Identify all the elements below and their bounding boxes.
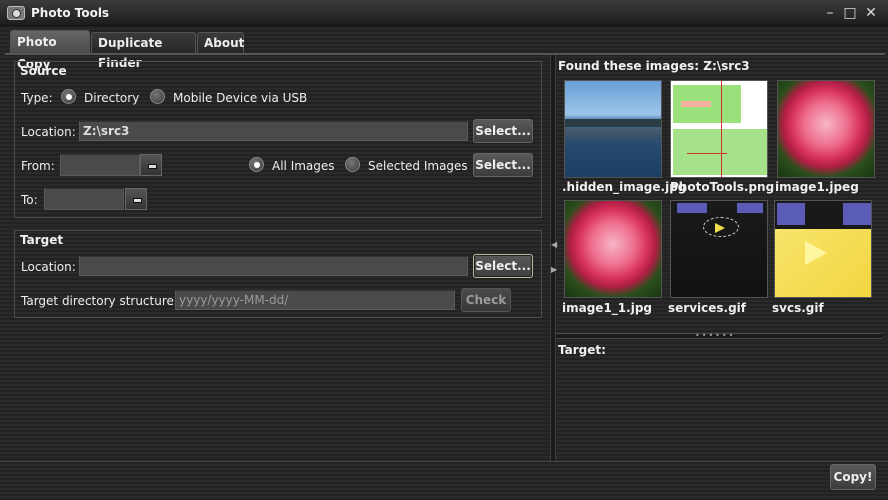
source-location-label: Location: — [21, 125, 76, 139]
structure-field[interactable]: yyyy/yyyy-MM-dd/ — [175, 290, 455, 310]
all-images-radio-label: All Images — [272, 159, 335, 173]
usb-device-radio[interactable] — [150, 89, 165, 104]
target-panel-label: Target: — [558, 343, 606, 357]
target-location-field[interactable] — [79, 256, 468, 276]
check-button[interactable]: Check — [461, 288, 511, 312]
directory-radio[interactable] — [61, 89, 76, 104]
from-label: From: — [21, 159, 55, 173]
thumbnail-caption: svcs.gif — [772, 301, 824, 315]
to-date-picker-button[interactable] — [125, 188, 147, 210]
window-title: Photo Tools — [31, 6, 110, 20]
source-heading: Source — [20, 64, 67, 78]
footer-divider — [0, 461, 888, 462]
source-select-button[interactable]: Select... — [473, 119, 533, 143]
thumbnail-hidden-image[interactable] — [564, 80, 662, 178]
all-images-radio[interactable] — [249, 157, 264, 172]
selected-images-select-button[interactable]: Select... — [473, 153, 533, 177]
target-location-label: Location: — [21, 260, 76, 274]
thumbnail-services-gif[interactable] — [670, 200, 768, 298]
splitter-right-arrow-icon[interactable]: ▶ — [551, 265, 557, 274]
title-bar — [0, 0, 888, 26]
maximize-icon[interactable]: □ — [842, 5, 858, 21]
minimize-icon[interactable]: – — [822, 5, 838, 21]
to-label: To: — [21, 193, 38, 207]
thumbnail-caption: .hidden_image.jpg — [562, 180, 687, 194]
thumbnail-caption: image1_1.jpg — [562, 301, 652, 315]
thumbnail-caption: image1.jpeg — [775, 180, 859, 194]
target-heading: Target — [20, 233, 64, 247]
copy-button[interactable]: Copy! — [830, 464, 876, 490]
thumbnail-caption: services.gif — [668, 301, 747, 315]
tab-about[interactable]: About — [197, 32, 244, 54]
vertical-splitter[interactable] — [550, 55, 556, 461]
tab-duplicate-finder[interactable]: Duplicate Finder — [91, 32, 196, 70]
thumbnail-phototools-png[interactable] — [670, 80, 768, 178]
usb-device-radio-label: Mobile Device via USB — [173, 91, 308, 105]
found-images-label: Found these images: Z:\src3 — [558, 59, 750, 73]
thumbnail-image1-1-jpg[interactable] — [564, 200, 662, 298]
to-date-field[interactable] — [44, 188, 124, 210]
target-select-button[interactable]: Select... — [473, 254, 533, 278]
from-date-picker-button[interactable] — [140, 154, 162, 176]
structure-label: Target directory structure: — [21, 294, 178, 308]
tab-photo-copy[interactable]: Photo Copy — [10, 30, 90, 71]
from-date-field[interactable] — [60, 154, 140, 176]
thumbnail-caption: PhotoTools.png — [670, 180, 775, 194]
close-icon[interactable]: ✕ — [863, 5, 879, 21]
selected-images-radio[interactable] — [345, 157, 360, 172]
tab-underline — [5, 53, 885, 55]
thumbnail-image1-jpeg[interactable] — [777, 80, 875, 178]
splitter-grip-icon: •••••• — [695, 331, 736, 340]
app-camera-icon — [7, 6, 25, 20]
splitter-left-arrow-icon[interactable]: ◀ — [551, 240, 557, 249]
directory-radio-label: Directory — [84, 91, 140, 105]
thumbnail-svcs-gif[interactable] — [774, 200, 872, 298]
source-location-field[interactable]: Z:\src3 — [79, 121, 468, 141]
selected-images-radio-label: Selected Images — [368, 159, 468, 173]
type-label: Type: — [21, 91, 53, 105]
